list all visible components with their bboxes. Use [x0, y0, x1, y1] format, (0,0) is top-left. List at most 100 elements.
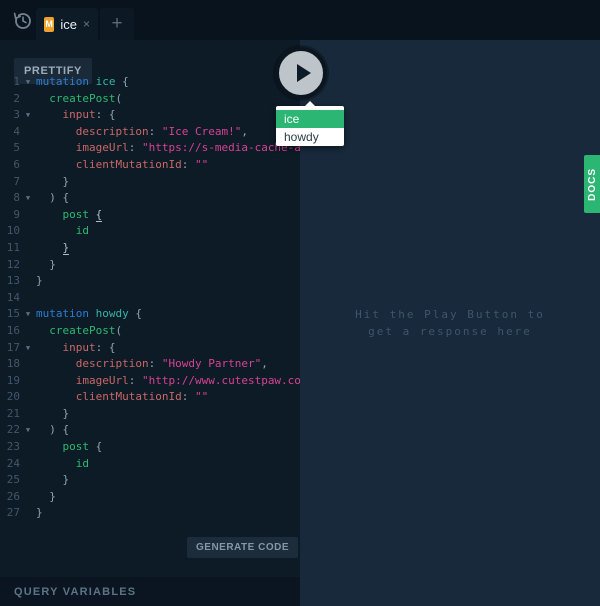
response-placeholder: Hit the Play Button to get a response he… [300, 306, 600, 340]
editor-line[interactable]: 20 clientMutationId: "" [0, 389, 300, 406]
editor-line[interactable]: 1▼mutation ice { [0, 74, 300, 91]
fold-arrow-icon[interactable]: ▼ [20, 74, 36, 91]
editor-line[interactable]: 26 } [0, 489, 300, 506]
code-text: clientMutationId: "" [36, 389, 208, 406]
line-number: 13 [0, 273, 20, 290]
code-text: imageUrl: "https://s-media-cache-ak0.pin [36, 140, 300, 157]
fold-arrow-icon[interactable]: ▼ [20, 422, 36, 439]
tab-close-icon[interactable]: × [83, 17, 90, 31]
play-icon [297, 64, 311, 82]
tab-bar: M ice × + [0, 0, 600, 40]
code-text: mutation howdy { [36, 306, 142, 323]
editor-line[interactable]: 9 post { [0, 207, 300, 224]
fold-gutter [20, 223, 36, 240]
new-tab-button[interactable]: + [100, 8, 134, 40]
line-number: 10 [0, 223, 20, 240]
code-text: input: { [36, 340, 116, 357]
fold-arrow-icon[interactable]: ▼ [20, 107, 36, 124]
code-text: } [36, 240, 69, 257]
line-number: 20 [0, 389, 20, 406]
fold-arrow-icon[interactable]: ▼ [20, 306, 36, 323]
line-number: 14 [0, 290, 20, 307]
dropdown-item-howdy[interactable]: howdy [276, 128, 344, 146]
dropdown-item-ice[interactable]: ice [276, 110, 344, 128]
editor-line[interactable]: 18 description: "Howdy Partner", [0, 356, 300, 373]
fold-gutter [20, 505, 36, 522]
query-variables-bar[interactable]: QUERY VARIABLES [0, 577, 300, 606]
editor-line[interactable]: 23 post { [0, 439, 300, 456]
editor-line[interactable]: 24 id [0, 456, 300, 473]
query-editor[interactable]: 1▼mutation ice {2 createPost(3▼ input: {… [0, 74, 300, 537]
response-placeholder-line1: Hit the Play Button to [300, 306, 600, 323]
line-number: 27 [0, 505, 20, 522]
editor-line[interactable]: 6 clientMutationId: "" [0, 157, 300, 174]
code-text: mutation ice { [36, 74, 129, 91]
fold-gutter [20, 489, 36, 506]
tab-ice[interactable]: M ice × [36, 8, 98, 40]
editor-line[interactable]: 10 id [0, 223, 300, 240]
operation-dropdown: icehowdy [276, 106, 344, 146]
fold-gutter [20, 207, 36, 224]
line-number: 24 [0, 456, 20, 473]
code-text: } [36, 406, 69, 423]
code-text: imageUrl: "http://www.cutestpaw.com/wp-c [36, 373, 300, 390]
editor-line[interactable]: 8▼ ) { [0, 190, 300, 207]
line-number: 11 [0, 240, 20, 257]
editor-line[interactable]: 11 } [0, 240, 300, 257]
line-number: 23 [0, 439, 20, 456]
editor-line[interactable]: 13} [0, 273, 300, 290]
line-number: 2 [0, 91, 20, 108]
line-number: 18 [0, 356, 20, 373]
docs-tab[interactable]: DOCS [584, 155, 600, 213]
line-number: 26 [0, 489, 20, 506]
code-text: } [36, 174, 69, 191]
docs-tab-label: DOCS [587, 168, 598, 201]
code-text: } [36, 505, 43, 522]
editor-line[interactable]: 14 [0, 290, 300, 307]
editor-line[interactable]: 27} [0, 505, 300, 522]
line-number: 15 [0, 306, 20, 323]
editor-line[interactable]: 22▼ ) { [0, 422, 300, 439]
editor-line[interactable]: 16 createPost( [0, 323, 300, 340]
editor-line[interactable]: 15▼mutation howdy { [0, 306, 300, 323]
fold-arrow-icon[interactable]: ▼ [20, 190, 36, 207]
fold-gutter [20, 240, 36, 257]
editor-line[interactable]: 19 imageUrl: "http://www.cutestpaw.com/w… [0, 373, 300, 390]
code-text: ) { [36, 190, 69, 207]
code-text: description: "Ice Cream!", [36, 124, 248, 141]
editor-line[interactable]: 25 } [0, 472, 300, 489]
editor-line[interactable]: 3▼ input: { [0, 107, 300, 124]
editor-line[interactable]: 4 description: "Ice Cream!", [0, 124, 300, 141]
code-text: id [36, 223, 89, 240]
graphql-playground: M ice × + PRETTIFY 1▼mutation ice {2 cre… [0, 0, 600, 606]
line-number: 21 [0, 406, 20, 423]
response-placeholder-line2: get a response here [300, 323, 600, 340]
code-text: description: "Howdy Partner", [36, 356, 268, 373]
fold-arrow-icon[interactable]: ▼ [20, 340, 36, 357]
line-number: 3 [0, 107, 20, 124]
editor-line[interactable]: 12 } [0, 257, 300, 274]
editor-line[interactable]: 21 } [0, 406, 300, 423]
code-text: id [36, 456, 89, 473]
fold-gutter [20, 290, 36, 307]
fold-gutter [20, 257, 36, 274]
fold-gutter [20, 356, 36, 373]
line-number: 6 [0, 157, 20, 174]
editor-line[interactable]: 5 imageUrl: "https://s-media-cache-ak0.p… [0, 140, 300, 157]
editor-line[interactable]: 2 createPost( [0, 91, 300, 108]
line-number: 12 [0, 257, 20, 274]
fold-gutter [20, 406, 36, 423]
fold-gutter [20, 124, 36, 141]
line-number: 9 [0, 207, 20, 224]
fold-gutter [20, 439, 36, 456]
code-text: } [36, 489, 56, 506]
generate-code-button[interactable]: GENERATE CODE [187, 537, 298, 558]
editor-line[interactable]: 7 } [0, 174, 300, 191]
code-text: post { [36, 207, 102, 224]
fold-gutter [20, 373, 36, 390]
editor-line[interactable]: 17▼ input: { [0, 340, 300, 357]
history-button[interactable] [10, 8, 36, 34]
line-number: 1 [0, 74, 20, 91]
fold-gutter [20, 323, 36, 340]
play-button[interactable] [275, 47, 327, 99]
